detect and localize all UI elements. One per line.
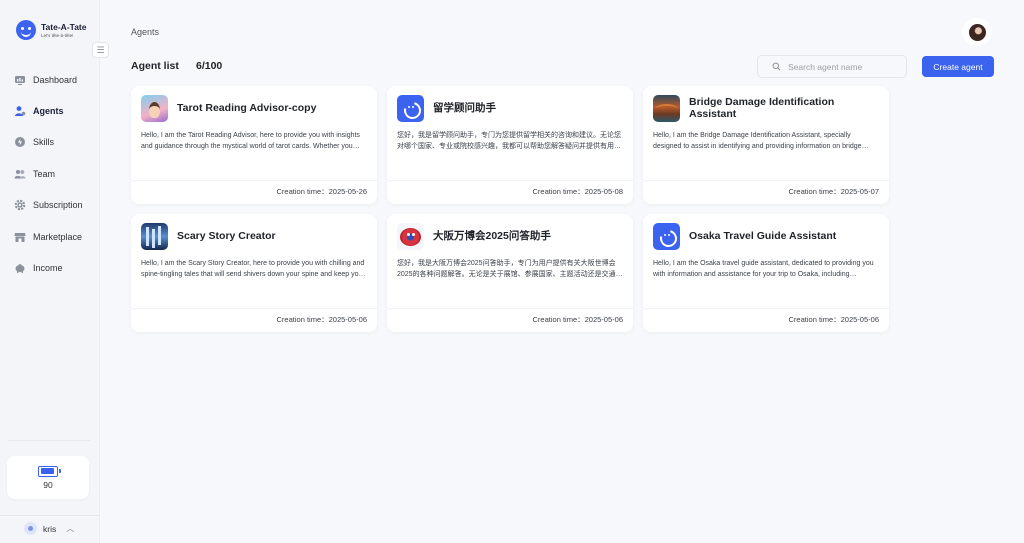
divider	[0, 515, 100, 516]
agent-name: Scary Story Creator	[177, 230, 276, 242]
divider	[643, 308, 889, 309]
sidebar-item-income[interactable]: Income	[14, 252, 94, 283]
dashboard-icon	[14, 74, 26, 86]
avatar	[24, 522, 37, 535]
agent-card[interactable]: 留学顾问助手 您好，我是留学顾问助手，专门为您提供留学相关的咨询和建议。无论您对…	[387, 86, 633, 204]
search-input[interactable]	[788, 61, 898, 72]
agent-description: Hello, I am the Scary Story Creator, her…	[141, 260, 365, 278]
sidebar-item-dashboard[interactable]: Dashboard	[14, 64, 94, 95]
creation-time: Creation time：2025-05-06	[532, 315, 623, 324]
divider	[8, 440, 90, 441]
bridge-photo-icon	[653, 94, 680, 122]
chevron-up-icon: ︿	[66, 524, 75, 533]
store-icon	[14, 231, 26, 243]
avatar-image	[968, 23, 986, 41]
breadcrumb: Agents	[131, 27, 160, 37]
profile-avatar[interactable]	[962, 18, 992, 46]
agent-name: Bridge Damage Identification Assistant	[689, 96, 835, 120]
collapse-sidebar-button[interactable]: ☰	[92, 42, 109, 58]
sidebar-item-label: Dashboard	[33, 74, 78, 85]
sidebar-item-label: Skills	[33, 137, 55, 148]
sidebar-item-label: Income	[33, 263, 63, 274]
scary-forest-icon	[141, 222, 168, 250]
sidebar-item-agents[interactable]: Agents	[14, 95, 94, 126]
sidebar-item-label: Agents	[33, 106, 64, 117]
page-title: Agent list	[131, 60, 179, 72]
tarot-avatar-icon	[141, 94, 168, 122]
agent-name: Osaka Travel Guide Assistant	[689, 230, 837, 242]
divider	[643, 180, 889, 181]
agent-description: 您好，我是大阪万博会2025问答助手，专门为用户提供有关大阪世博会2025的各种…	[397, 260, 623, 278]
app-logo-icon	[16, 20, 36, 40]
sidebar-item-marketplace[interactable]: Marketplace	[14, 221, 94, 252]
sidebar-item-label: Subscription	[33, 200, 83, 211]
piggy-bank-icon	[14, 262, 26, 274]
creation-time: Creation time：2025-05-06	[788, 315, 879, 324]
app-logo-icon	[653, 222, 680, 250]
credits-card[interactable]: 90	[7, 456, 89, 499]
sidebar-item-label: Marketplace	[33, 231, 83, 242]
search-box[interactable]	[757, 55, 907, 78]
user-name: kris	[43, 523, 57, 534]
agent-name: 大阪万博会2025问答助手	[433, 230, 551, 242]
app-logo[interactable]: Tate-A-Tate Let's tête-à-tête!	[16, 20, 87, 40]
sidebar-item-label: Team	[33, 168, 56, 179]
agent-card[interactable]: Osaka Travel Guide Assistant Hello, I am…	[643, 214, 889, 332]
divider	[387, 180, 633, 181]
create-agent-button[interactable]: Create agent	[922, 56, 994, 77]
battery-level	[40, 468, 54, 474]
agent-card[interactable]: Tarot Reading Advisor-copy Hello, I am t…	[131, 86, 377, 204]
collapse-left-icon: ☰	[96, 44, 105, 55]
agent-count: 6/100	[196, 60, 223, 72]
divider	[387, 308, 633, 309]
agent-name: 留学顾问助手	[433, 102, 496, 114]
creation-time: Creation time：2025-05-26	[276, 187, 367, 196]
app-logo-icon	[397, 94, 424, 122]
team-icon	[14, 168, 26, 180]
battery-icon	[38, 465, 61, 477]
credits-value: 90	[43, 479, 53, 490]
sidebar-item-subscription[interactable]: Subscription	[14, 190, 94, 221]
divider	[131, 308, 377, 309]
agents-icon	[14, 105, 26, 117]
sidebar-item-team[interactable]: Team	[14, 158, 94, 189]
agent-card[interactable]: 大阪万博会2025问答助手 您好，我是大阪万博会2025问答助手，专门为用户提供…	[387, 214, 633, 332]
sidebar-nav: Dashboard Agents Skills Team Subscriptio…	[14, 64, 94, 284]
agent-card[interactable]: Bridge Damage Identification Assistant H…	[643, 86, 889, 204]
agent-description: Hello, I am the Tarot Reading Advisor, h…	[141, 132, 360, 150]
creation-time: Creation time：2025-05-06	[276, 315, 367, 324]
agent-card[interactable]: Scary Story Creator Hello, I am the Scar…	[131, 214, 377, 332]
app-name: Tate-A-Tate	[41, 21, 87, 32]
agent-description: Hello, I am the Osaka travel guide assis…	[653, 260, 874, 278]
creation-time: Creation time：2025-05-08	[532, 187, 623, 196]
sidebar: Tate-A-Tate Let's tête-à-tête! Dashboard…	[0, 0, 100, 543]
creation-time: Creation time：2025-05-07	[788, 187, 879, 196]
agent-name: Tarot Reading Advisor-copy	[177, 102, 317, 114]
app-tagline: Let's tête-à-tête!	[41, 32, 74, 38]
expo-mascot-icon	[397, 222, 424, 250]
gear-icon	[14, 199, 26, 211]
agent-description: 您好，我是留学顾问助手，专门为您提供留学相关的咨询和建议。无论您对哪个国家、专业…	[397, 132, 621, 150]
skills-icon	[14, 136, 26, 148]
agent-description: Hello, I am the Bridge Damage Identifica…	[653, 132, 862, 150]
divider	[131, 180, 377, 181]
user-menu[interactable]: kris ︿	[24, 522, 74, 535]
sidebar-item-skills[interactable]: Skills	[14, 127, 94, 158]
search-icon	[772, 62, 781, 71]
